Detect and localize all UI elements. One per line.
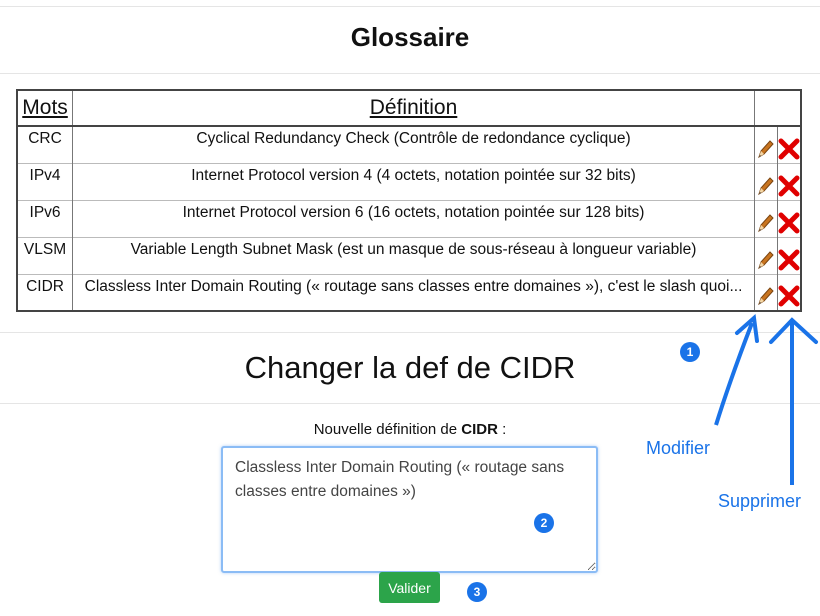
step-badge-2: 2 [534,513,554,533]
modify-arrow [714,322,754,426]
annotation-arrows [714,314,818,485]
step-badge-1: 1 [680,342,700,362]
delete-annotation: Supprimer [718,491,802,511]
modify-annotation: Modifier [646,438,711,458]
step-badge-3: 3 [467,582,487,602]
